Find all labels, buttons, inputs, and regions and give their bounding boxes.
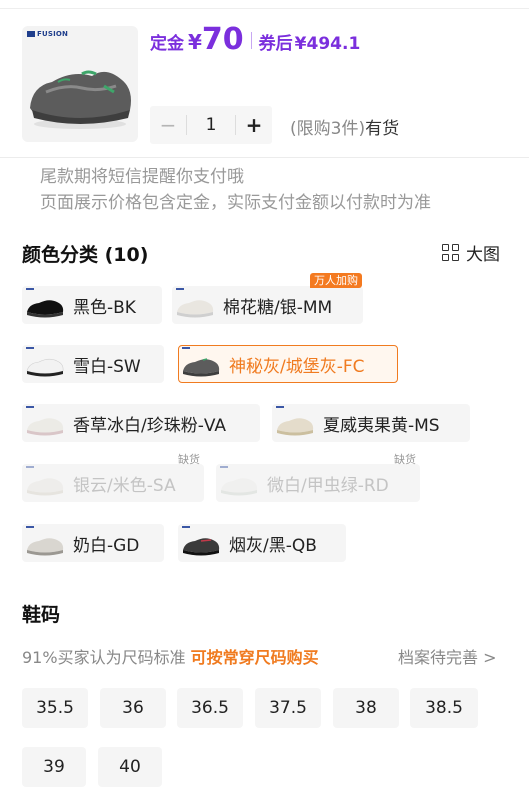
coupon-price: ¥494.1 — [294, 34, 361, 54]
color-thumb — [23, 404, 67, 442]
color-thumb — [273, 404, 317, 442]
color-option-label: 香草冰白/珍珠粉-VA — [73, 415, 227, 436]
color-section-title: 颜色分类 (10) — [22, 244, 149, 266]
deposit-amount: 70 — [201, 22, 244, 57]
notice-line-1: 尾款期将短信提醒你支付哦 — [40, 167, 244, 187]
stock-status: 有货 — [365, 119, 400, 139]
color-option-label: 雪白-SW — [73, 356, 141, 377]
price-row: 定金 ¥ 70 券后 ¥494.1 — [150, 22, 360, 58]
size-option[interactable]: 35.5 — [22, 688, 88, 728]
color-option-qb[interactable]: 烟灰/黑-QB — [178, 524, 346, 562]
color-option-sw[interactable]: 雪白-SW — [22, 345, 164, 383]
size-option[interactable]: 37.5 — [255, 688, 321, 728]
size-section-title: 鞋码 — [22, 604, 61, 626]
color-thumb — [23, 524, 67, 562]
color-option-label: 奶白-GD — [73, 535, 140, 556]
price-separator — [250, 31, 252, 49]
size-option[interactable]: 38.5 — [410, 688, 478, 728]
decrease-button[interactable]: − — [150, 106, 186, 144]
size-option[interactable]: 40 — [98, 747, 162, 787]
color-thumb — [23, 464, 67, 502]
limit-label: (限购3件) — [290, 119, 366, 139]
top-divider — [0, 8, 529, 9]
color-option-va[interactable]: 香草冰白/珍珠粉-VA — [22, 404, 260, 442]
color-thumb — [179, 524, 223, 562]
size-option[interactable]: 38 — [333, 688, 399, 728]
color-option-sa[interactable]: 缺货 银云/米色-SA — [22, 453, 204, 502]
size-option[interactable]: 36 — [100, 688, 166, 728]
size-option[interactable]: 39 — [22, 747, 86, 787]
notice-divider — [0, 157, 529, 158]
size-fit-info: 91%买家认为尺码标准 可按常穿尺码购买 — [22, 644, 319, 668]
shoe-image — [30, 70, 131, 129]
brand-logo: FUSION — [27, 30, 68, 38]
color-option-rd[interactable]: 缺货 微白/甲虫绿-RD — [216, 453, 420, 502]
big-image-label: 大图 — [466, 245, 500, 265]
color-thumb — [173, 286, 217, 324]
product-image[interactable]: FUSION — [22, 26, 138, 142]
color-thumb — [217, 464, 261, 502]
color-option-ms[interactable]: 夏威夷果黄-MS — [272, 404, 470, 442]
hot-badge: 万人加购 — [310, 273, 362, 288]
color-thumb — [23, 286, 67, 324]
color-option-label: 银云/米色-SA — [73, 475, 176, 496]
color-option-label: 黑色-BK — [73, 297, 136, 318]
color-option-label: 烟灰/黑-QB — [229, 535, 317, 556]
color-option-label: 棉花糖/银-MM — [223, 297, 333, 318]
size-option[interactable]: 36.5 — [177, 688, 243, 728]
color-option-gd[interactable]: 奶白-GD — [22, 524, 164, 562]
deposit-label: 定金 — [150, 34, 184, 54]
fit-tip: 可按常穿尺码购买 — [190, 648, 319, 667]
color-thumb — [23, 345, 67, 383]
soldout-badge: 缺货 — [178, 453, 200, 466]
notice-line-2: 页面展示价格包含定金，实际支付金额以付款时为准 — [40, 193, 431, 213]
quantity-stepper: − 1 + — [150, 106, 272, 144]
color-option-bk[interactable]: 黑色-BK — [22, 286, 162, 324]
currency-symbol: ¥ — [188, 30, 202, 54]
quantity-input[interactable]: 1 — [186, 115, 236, 135]
color-option-label: 微白/甲虫绿-RD — [267, 475, 389, 496]
color-option-label: 夏威夷果黄-MS — [323, 415, 440, 436]
increase-button[interactable]: + — [236, 106, 272, 144]
color-thumb — [179, 345, 223, 383]
purchase-limit: (限购3件)有货 — [290, 114, 399, 139]
color-option-mm[interactable]: 万人加购 棉花糖/银-MM — [172, 273, 363, 324]
fit-text: 91%买家认为尺码标准 — [22, 648, 186, 667]
grid-icon — [442, 244, 459, 261]
big-image-toggle[interactable]: 大图 — [442, 240, 500, 265]
coupon-label: 券后 — [258, 34, 293, 54]
size-archive-link[interactable]: 档案待完善 > — [398, 644, 497, 668]
soldout-badge: 缺货 — [394, 453, 416, 466]
color-option-label: 神秘灰/城堡灰-FC — [229, 356, 365, 377]
color-option-fc[interactable]: 神秘灰/城堡灰-FC — [178, 345, 398, 383]
